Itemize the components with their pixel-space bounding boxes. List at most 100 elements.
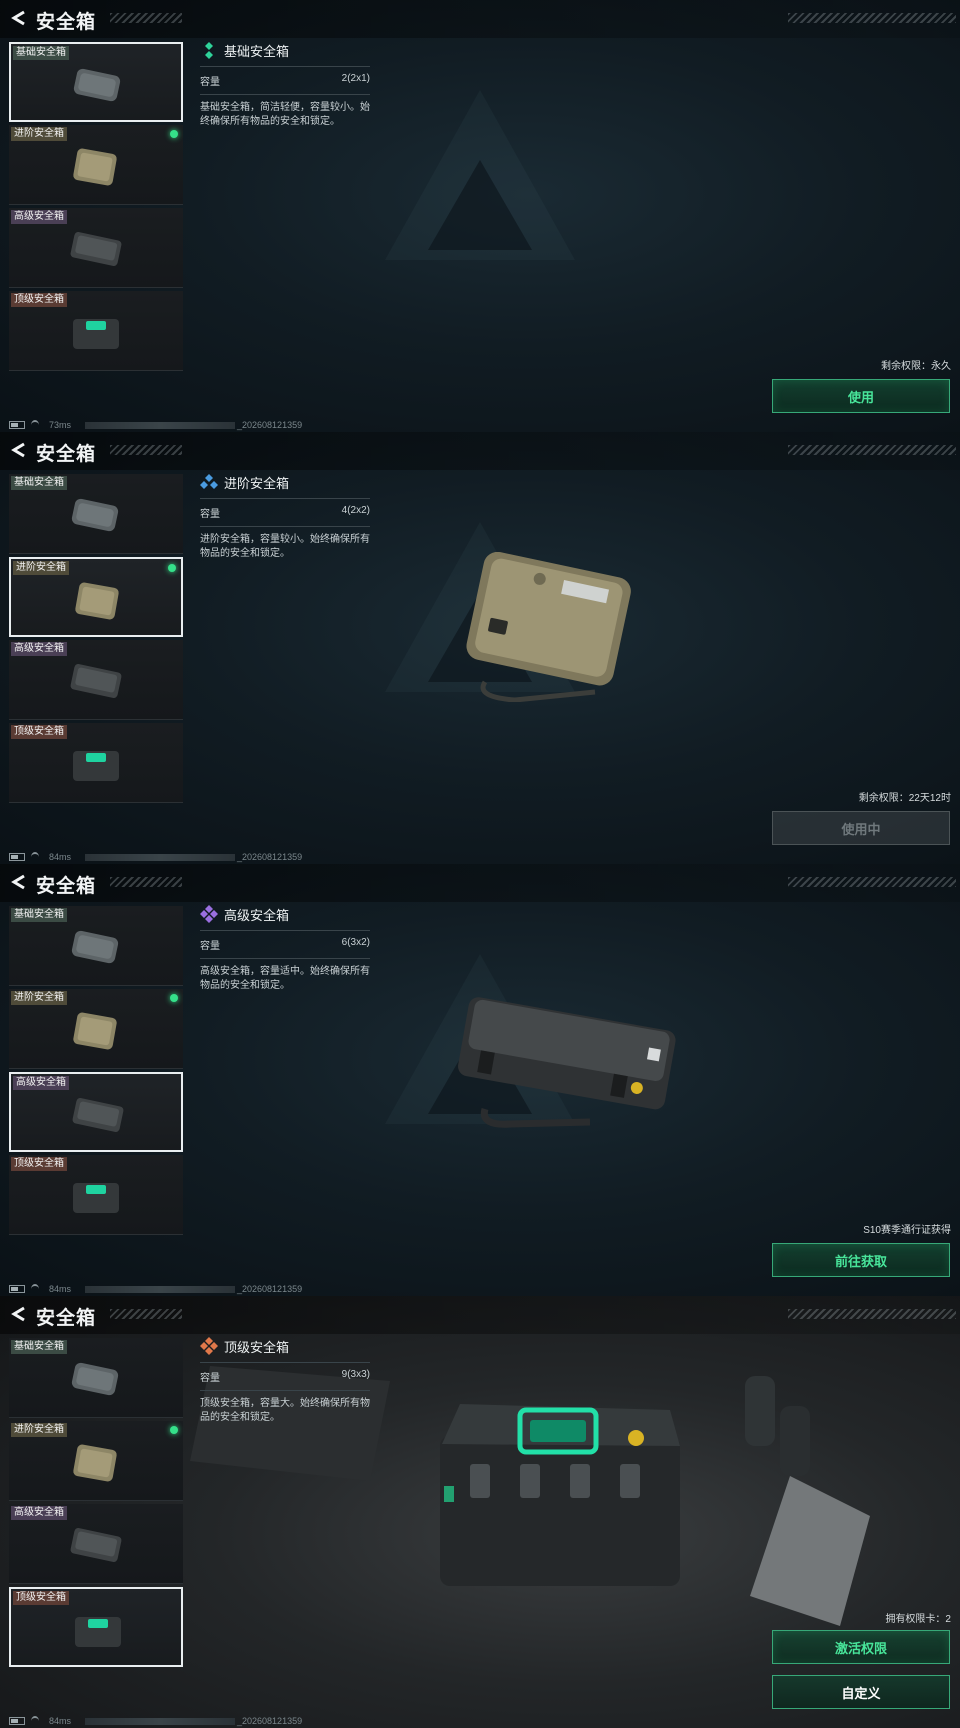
case-tag: 高级安全箱 (13, 1076, 69, 1090)
case-name: 高级安全箱 (224, 907, 290, 923)
capacity-row: 容量 4(2x2) (200, 498, 370, 527)
battery-icon (9, 1717, 25, 1725)
case-card-advanced[interactable]: 进阶安全箱 (9, 1421, 183, 1501)
basic-case-thumbnail (71, 1362, 119, 1396)
advanced-rank-icon (200, 474, 218, 489)
case-list: 基础安全箱 进阶安全箱 高级安全箱 顶级安全箱 (9, 906, 183, 1238)
background-map (750, 1476, 870, 1626)
acquisition-hint: S10赛季通行证获得 (863, 1225, 951, 1236)
back-arrow-icon[interactable] (10, 441, 28, 459)
case-card-top[interactable]: 顶级安全箱 (9, 1587, 183, 1667)
back-arrow-icon[interactable] (10, 9, 28, 27)
equipped-indicator (170, 1426, 178, 1434)
case-card-basic[interactable]: 基础安全箱 (9, 906, 183, 986)
case-description: 基础安全箱，简洁轻便，容量较小。始终确保所有物品的安全和锁定。 (200, 102, 370, 127)
case-card-top[interactable]: 顶级安全箱 (9, 291, 183, 371)
case-card-advanced[interactable]: 进阶安全箱 (9, 989, 183, 1069)
high-case-thumbnail (70, 1528, 122, 1562)
case-info: 基础安全箱 容量 2(2x1) 基础安全箱，简洁轻便，容量较小。始终确保所有物品… (200, 40, 370, 129)
equipped-indicator (170, 130, 178, 138)
high-case-thumbnail (72, 1098, 124, 1132)
case-tag: 基础安全箱 (11, 476, 67, 490)
redacted-id (85, 853, 236, 861)
case-card-advanced[interactable]: 进阶安全箱 (9, 557, 183, 637)
case-tag: 高级安全箱 (11, 642, 67, 656)
case-description: 顶级安全箱，容量大。始终确保所有物品的安全和锁定。 (200, 1398, 370, 1423)
ping-value: 73ms (49, 420, 72, 430)
case-card-advanced[interactable]: 进阶安全箱 (9, 125, 183, 205)
case-list: 基础安全箱 进阶安全箱 高级安全箱 顶级安全箱 (9, 42, 183, 374)
case-tag: 顶级安全箱 (11, 1157, 67, 1171)
case-card-high[interactable]: 高级安全箱 (9, 1504, 183, 1584)
case-card-basic[interactable]: 基础安全箱 (9, 42, 183, 122)
top-case-thumbnail (75, 1617, 121, 1647)
build-id: _202608121359 (237, 1716, 303, 1726)
advanced-case-model (466, 552, 631, 702)
background-canisters (745, 1376, 810, 1476)
page-title: 安全箱 (36, 876, 97, 897)
status-bar: 84ms _202608121359 (9, 1715, 302, 1727)
battery-icon (9, 1285, 25, 1293)
redacted-id (85, 421, 236, 429)
case-tag: 高级安全箱 (11, 210, 67, 224)
advanced-case-thumbnail (75, 582, 119, 620)
case-card-high[interactable]: 高级安全箱 (9, 208, 183, 288)
battery-icon (9, 853, 25, 861)
case-name: 顶级安全箱 (224, 1339, 290, 1355)
top-case-thumbnail (73, 751, 119, 781)
case-card-top[interactable]: 顶级安全箱 (9, 723, 183, 803)
case-card-top[interactable]: 顶级安全箱 (9, 1155, 183, 1235)
capacity-value: 6(3x2) (341, 937, 370, 948)
go-get-button[interactable]: 前往获取 (772, 1243, 950, 1277)
case-tag: 进阶安全箱 (11, 1423, 67, 1437)
capacity-label: 容量 (200, 77, 220, 88)
wifi-icon (31, 852, 39, 862)
capacity-value: 4(2x2) (341, 505, 370, 516)
case-tag: 进阶安全箱 (11, 127, 67, 141)
capacity-row: 容量 9(3x3) (200, 1362, 370, 1391)
back-arrow-icon[interactable] (10, 873, 28, 891)
ping-value: 84ms (49, 852, 72, 862)
page-title: 安全箱 (36, 444, 97, 465)
case-tag: 顶级安全箱 (11, 293, 67, 307)
top-case-thumbnail (73, 1183, 119, 1213)
basic-rank-icon (205, 42, 213, 59)
status-bar: 73ms _202608121359 (9, 419, 302, 431)
capacity-value: 2(2x1) (341, 73, 370, 84)
basic-case-thumbnail (71, 930, 119, 964)
case-description: 高级安全箱，容量适中。始终确保所有物品的安全和锁定。 (200, 966, 370, 991)
customize-button[interactable]: 自定义 (772, 1675, 950, 1709)
battery-icon (9, 421, 25, 429)
panel-top: 安全箱 基础安全箱 进阶安全箱 高级安全箱 顶级安全箱 顶级安全箱 容量 9(3… (0, 1296, 960, 1728)
case-tag: 基础安全箱 (13, 46, 69, 60)
wifi-icon (31, 420, 39, 430)
permission-status: 剩余权限：永久 (881, 361, 951, 372)
high-rank-icon (200, 905, 218, 923)
high-case-thumbnail (70, 664, 122, 698)
wifi-icon (31, 1716, 39, 1726)
capacity-value: 9(3x3) (341, 1369, 370, 1380)
basic-case-thumbnail (73, 68, 121, 102)
case-card-basic[interactable]: 基础安全箱 (9, 474, 183, 554)
case-card-basic[interactable]: 基础安全箱 (9, 1338, 183, 1418)
back-arrow-icon[interactable] (10, 1305, 28, 1323)
permission-card-count: 拥有权限卡：2 (885, 1614, 951, 1625)
use-button[interactable]: 使用 (772, 379, 950, 413)
case-card-high[interactable]: 高级安全箱 (9, 640, 183, 720)
build-id: _202608121359 (237, 852, 303, 862)
build-id: _202608121359 (237, 420, 303, 430)
panel-advanced: 安全箱 基础安全箱 进阶安全箱 高级安全箱 顶级安全箱 进阶安全箱 容量 4(2… (0, 432, 960, 864)
case-info: 顶级安全箱 容量 9(3x3) 顶级安全箱，容量大。始终确保所有物品的安全和锁定… (200, 1336, 370, 1425)
basic-case-thumbnail (71, 498, 119, 532)
advanced-case-thumbnail (73, 1012, 117, 1050)
capacity-row: 容量 2(2x1) (200, 66, 370, 95)
case-card-high[interactable]: 高级安全箱 (9, 1072, 183, 1152)
case-tag: 顶级安全箱 (11, 725, 67, 739)
case-tag: 顶级安全箱 (13, 1591, 69, 1605)
in-use-button[interactable]: 使用中 (772, 811, 950, 845)
capacity-label: 容量 (200, 509, 220, 520)
case-description: 进阶安全箱，容量较小。始终确保所有物品的安全和锁定。 (200, 534, 370, 559)
redacted-id (85, 1717, 236, 1725)
high-case-model (458, 997, 676, 1128)
activate-permission-button[interactable]: 激活权限 (772, 1630, 950, 1664)
